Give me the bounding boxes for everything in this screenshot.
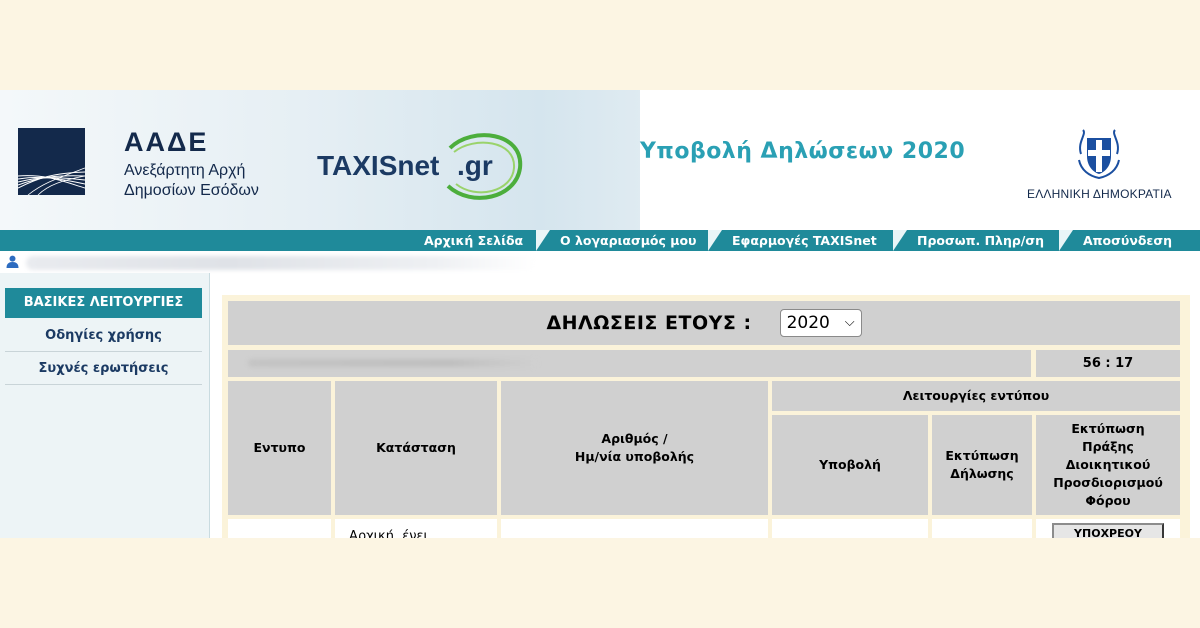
main-navigation: Αρχική Σελίδα Ο λογαριασμός μου Εφαρμογέ… [0, 230, 1200, 251]
greek-coat-of-arms-icon [1071, 126, 1127, 182]
year-selected-value: 2020 [786, 313, 830, 333]
user-info-bar [0, 251, 1200, 273]
sidebar-item-user-guide[interactable]: Οδηγίες χρήσης [5, 320, 202, 352]
print-assessment-line4: Προσδιορισμού [1053, 475, 1163, 490]
print-assessment-line2: Πράξης [1082, 439, 1134, 454]
browser-viewport: ΑΑΔΕ Ανεξάρτητη Αρχή Δημοσίων Εσόδων TAX… [0, 90, 1200, 538]
taxisnet-domain: .gr [457, 150, 493, 181]
nav-my-account[interactable]: Ο λογαριασμός μου [550, 230, 722, 251]
year-label: ΔΗΛΩΣΕΙΣ ΕΤΟΥΣ : [546, 312, 752, 334]
nav-logout[interactable]: Αποσύνδεση [1073, 230, 1200, 251]
column-header-submit: Υποβολή [772, 415, 928, 515]
aade-logo [18, 128, 85, 195]
column-header-print-assessment: Εκτύπωση Πράξης Διοικητικού Προσδιορισμο… [1036, 415, 1180, 515]
year-dropdown[interactable]: 2020 ⌵ [779, 309, 862, 337]
taxisnet-wordmark: TAXISnet [317, 150, 440, 181]
redacted-taxpayer-info [248, 359, 538, 367]
nav-separator [708, 230, 722, 251]
user-icon [6, 255, 19, 268]
print-declaration-line2: Δήλωσης [950, 466, 1014, 481]
column-header-form: Εντυπο [228, 381, 331, 515]
column-header-number-line1: Αριθμός / [601, 431, 668, 446]
column-group-form-functions: Λειτουργίες εντύπου [772, 381, 1180, 411]
nav-home[interactable]: Αρχική Σελίδα [414, 230, 550, 251]
aade-acronym: ΑΑΔΕ [124, 127, 209, 157]
site-header: ΑΑΔΕ Ανεξάρτητη Αρχή Δημοσίων Εσόδων TAX… [0, 90, 1200, 230]
print-assessment-line3: Διοικητικού [1065, 457, 1151, 472]
print-declaration-line1: Εκτύπωση [945, 448, 1019, 463]
nav-separator [1059, 230, 1073, 251]
print-assessment-line1: Εκτύπωση [1071, 421, 1145, 436]
taxpayer-info-bar [228, 350, 1031, 377]
redacted-user-name [26, 256, 536, 270]
print-assessment-line5: Φόρου [1085, 493, 1131, 508]
nav-personal-info[interactable]: Προσωπ. Πληρ/ση [907, 230, 1073, 251]
year-selector-row: ΔΗΛΩΣΕΙΣ ΕΤΟΥΣ : 2020 ⌵ [228, 301, 1180, 345]
taxisnet-logo[interactable]: TAXISnet .gr [317, 130, 532, 210]
sidebar-item-faq[interactable]: Συχνές ερωτήσεις [5, 353, 202, 385]
column-header-status: Κατάσταση [335, 381, 497, 515]
declarations-panel: ΔΗΛΩΣΕΙΣ ΕΤΟΥΣ : 2020 ⌵ 56 : 17 Εντυπο Κ… [222, 295, 1190, 538]
aade-name-line1: Ανεξάρτητη Αρχή [124, 162, 246, 179]
chevron-down-icon: ⌵ [844, 315, 855, 330]
row-cell-form [228, 519, 331, 538]
page-heading: Υποβολή Δηλώσεων 2020 [640, 139, 966, 164]
nav-separator [893, 230, 907, 251]
nav-separator [536, 230, 550, 251]
column-header-number-line2: Ημ/νία υποβολής [574, 449, 695, 464]
row-cell-print-declaration [932, 519, 1032, 538]
sidebar-title: ΒΑΣΙΚΕΣ ΛΕΙΤΟΥΡΓΙΕΣ [5, 288, 202, 318]
assessment-print-button[interactable]: ΥΠΟΧΡΕΟΥ [1052, 523, 1164, 538]
column-header-number-date: Αριθμός / Ημ/νία υποβολής [501, 381, 768, 515]
row-cell-status: Αρχική, ένει [335, 519, 497, 538]
aade-name-line2: Δημοσίων Εσόδων [124, 182, 259, 199]
greek-republic-label: ΕΛΛΗΝΙΚΗ ΔΗΜΟΚΡΑΤΙΑ [1027, 187, 1172, 201]
row-cell-print-assessment: ΥΠΟΧΡΕΟΥ [1036, 519, 1180, 538]
row-status-text: Αρχική, ένει [349, 529, 428, 538]
row-cell-number-date [501, 519, 768, 538]
row-cell-submit [772, 519, 928, 538]
session-timer: 56 : 17 [1036, 350, 1180, 377]
sidebar: ΒΑΣΙΚΕΣ ΛΕΙΤΟΥΡΓΙΕΣ Οδηγίες χρήσης Συχνέ… [0, 273, 210, 538]
column-header-print-declaration: Εκτύπωση Δήλωσης [932, 415, 1032, 515]
nav-taxisnet-apps[interactable]: Εφαρμογές TAXISnet [722, 230, 907, 251]
